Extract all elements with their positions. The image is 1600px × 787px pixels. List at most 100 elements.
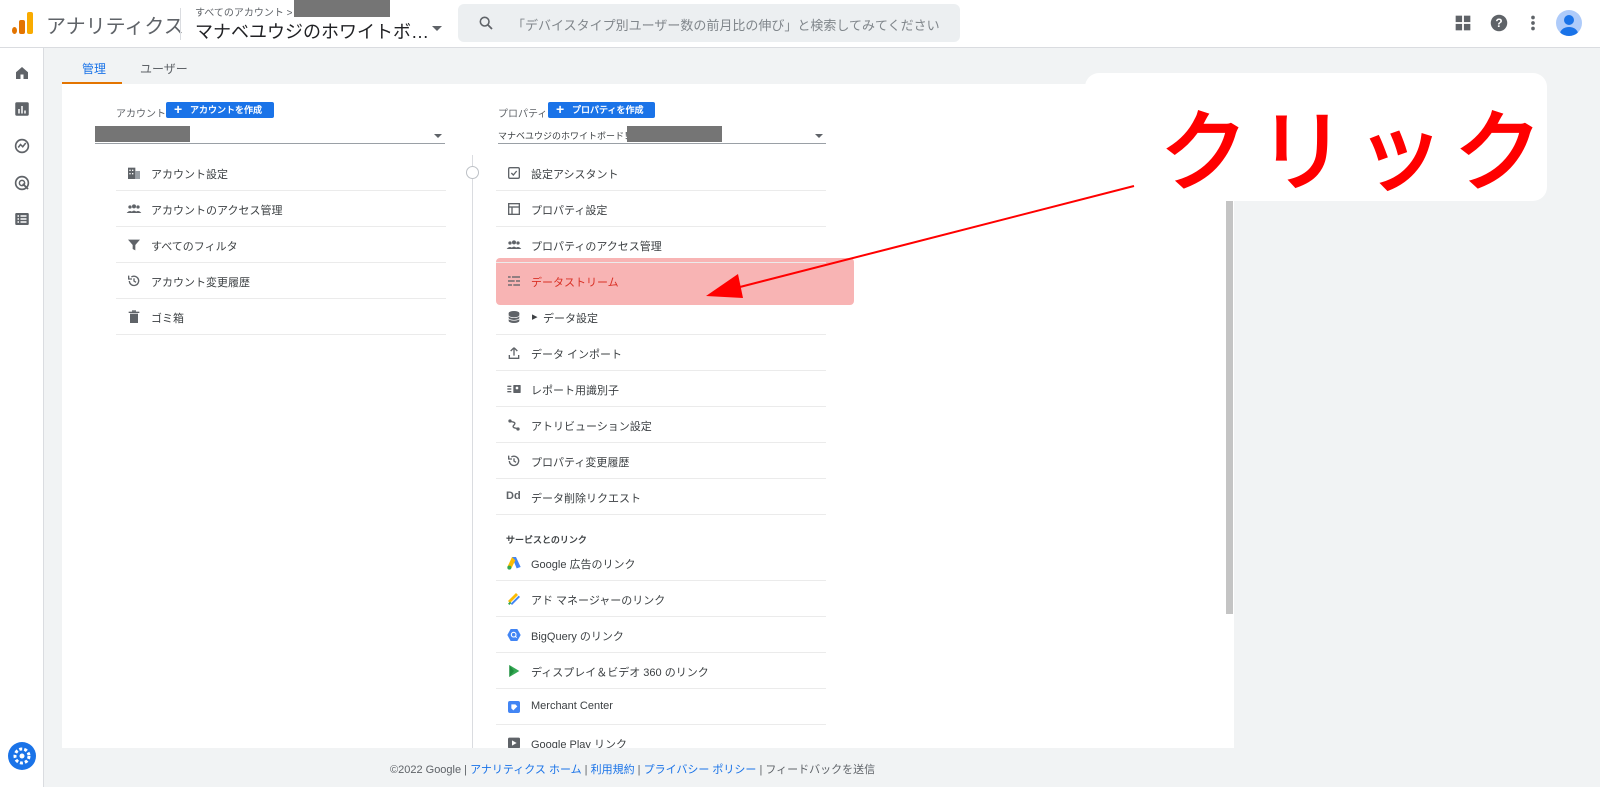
- menu-item-label: データ設定: [543, 313, 598, 325]
- stream-icon: [508, 276, 520, 286]
- trash-icon: [128, 310, 140, 323]
- explore-icon[interactable]: [13, 137, 31, 155]
- upload-icon: [508, 347, 520, 359]
- menu-item-data-deletion[interactable]: Dd データ削除リクエスト: [496, 479, 826, 515]
- menu-item-label: アド マネージャーのリンク: [531, 595, 666, 607]
- menu-item-label: Google Play リンク: [531, 739, 627, 748]
- footer-link-analytics-home[interactable]: アナリティクス ホーム: [470, 764, 582, 776]
- analytics-logo-icon[interactable]: [12, 10, 34, 34]
- menu-item-google-play-link[interactable]: Google Play リンク: [496, 725, 826, 748]
- redacted-property-id: [627, 126, 722, 142]
- menu-item-label: BigQuery のリンク: [531, 631, 624, 643]
- tab-user[interactable]: ユーザー: [140, 60, 188, 77]
- menu-item-setup-assistant[interactable]: 設定アシスタント: [496, 155, 826, 191]
- configure-list-icon[interactable]: [13, 210, 31, 228]
- menu-item-property-access[interactable]: プロパティのアクセス管理: [496, 227, 826, 263]
- menu-item-google-ads-link[interactable]: Google 広告のリンク: [496, 545, 826, 581]
- menu-item-trash[interactable]: ゴミ箱: [116, 299, 446, 335]
- redacted-account-name: [294, 0, 390, 17]
- home-icon[interactable]: [13, 64, 31, 82]
- header-divider: [180, 8, 181, 40]
- expand-triangle-icon[interactable]: ▸: [532, 310, 538, 323]
- menu-item-bigquery-link[interactable]: BigQuery のリンク: [496, 617, 826, 653]
- menu-item-account-settings[interactable]: アカウント設定: [116, 155, 446, 191]
- menu-item-label: すべてのフィルタ: [151, 241, 238, 253]
- footer-feedback-link[interactable]: フィードバックを送信: [765, 764, 875, 776]
- redacted-account-selector[interactable]: [95, 126, 190, 142]
- reports-icon[interactable]: [13, 100, 31, 118]
- bigquery-icon: [507, 629, 521, 641]
- menu-item-label: Merchant Center: [531, 700, 613, 712]
- menu-item-data-streams[interactable]: データストリーム: [496, 263, 826, 299]
- chevron-down-icon[interactable]: [815, 134, 823, 138]
- menu-item-all-filters[interactable]: すべてのフィルタ: [116, 227, 446, 263]
- dd-icon: Dd: [506, 490, 521, 502]
- advertising-icon[interactable]: [13, 174, 31, 192]
- app-title[interactable]: アナリティクス: [46, 10, 184, 39]
- menu-item-account-history[interactable]: アカウント変更履歴: [116, 263, 446, 299]
- footer: ©2022 Google | アナリティクス ホーム | 利用規約 | プライバ…: [390, 764, 876, 776]
- footer-link-privacy[interactable]: プライバシー ポリシー: [644, 764, 757, 776]
- menu-item-label: アトリビューション設定: [531, 421, 652, 433]
- menu-item-label: データ インポート: [531, 349, 623, 361]
- menu-item-data-settings[interactable]: ▸ データ設定: [496, 299, 826, 335]
- menu-item-label: アカウント設定: [151, 169, 228, 181]
- menu-item-attribution-settings[interactable]: アトリビューション設定: [496, 407, 826, 443]
- menu-item-property-history[interactable]: プロパティ変更履歴: [496, 443, 826, 479]
- apps-grid-icon[interactable]: [1452, 12, 1474, 34]
- create-property-button[interactable]: プロパティを作成: [548, 101, 656, 118]
- account-breadcrumb[interactable]: すべてのアカウント >: [195, 4, 293, 19]
- menu-item-property-settings[interactable]: プロパティ設定: [496, 191, 826, 227]
- menu-item-label: アカウント変更履歴: [151, 277, 250, 289]
- menu-item-ad-manager-link[interactable]: アド マネージャーのリンク: [496, 581, 826, 617]
- footer-link-terms[interactable]: 利用規約: [591, 764, 635, 776]
- more-vert-icon[interactable]: [1522, 12, 1544, 34]
- create-account-button[interactable]: アカウントを作成: [166, 101, 275, 118]
- chevron-down-icon[interactable]: [432, 26, 442, 31]
- menu-item-label: プロパティ設定: [531, 205, 608, 217]
- person-icon: [1560, 15, 1578, 36]
- menu-item-label: レポート用識別子: [531, 385, 619, 397]
- left-nav-rail: [0, 48, 44, 787]
- admin-settings-button[interactable]: [8, 742, 36, 770]
- property-selector-underline: [498, 143, 826, 144]
- tab-admin[interactable]: 管理: [82, 60, 106, 77]
- menu-item-label: データ削除リクエスト: [531, 493, 641, 505]
- identity-icon: [507, 385, 521, 393]
- menu-item-dv360-link[interactable]: ディスプレイ＆ビデオ 360 のリンク: [496, 653, 826, 689]
- checkbox-icon: [508, 167, 520, 179]
- dv360-icon: [509, 665, 520, 677]
- avatar[interactable]: [1556, 10, 1582, 36]
- menu-item-reporting-identity[interactable]: レポート用識別子: [496, 371, 826, 407]
- history-icon: [508, 455, 520, 467]
- merchant-center-icon: [508, 701, 520, 713]
- menu-item-label: プロパティ変更履歴: [531, 457, 630, 469]
- history-icon: [128, 275, 140, 287]
- collapse-arrow-icon[interactable]: [466, 166, 479, 179]
- menu-item-label: アカウントのアクセス管理: [151, 205, 283, 217]
- chevron-down-icon[interactable]: [434, 134, 442, 138]
- menu-item-data-import[interactable]: データ インポート: [496, 335, 826, 371]
- menu-item-merchant-center[interactable]: Merchant Center: [496, 689, 826, 725]
- menu-item-account-access[interactable]: アカウントのアクセス管理: [116, 191, 446, 227]
- scrollbar[interactable]: [1226, 200, 1233, 614]
- database-icon: [508, 311, 520, 323]
- menu-item-label: データストリーム: [531, 277, 619, 289]
- account-selector-underline: [95, 143, 445, 144]
- ad-manager-icon: [508, 593, 520, 605]
- annotation-text: クリック: [1160, 103, 1553, 202]
- google-play-icon: [508, 737, 520, 748]
- menu-item-label: プロパティのアクセス管理: [531, 241, 662, 253]
- account-column-label: アカウント: [116, 109, 166, 120]
- layout-icon: [508, 203, 520, 215]
- help-icon[interactable]: ?: [1488, 12, 1510, 34]
- menu-item-label: ゴミ箱: [151, 313, 184, 325]
- footer-copyright: ©2022 Google |: [390, 764, 468, 776]
- svg-text:?: ?: [1495, 16, 1502, 30]
- property-selector[interactable]: マナベユウジのホワイトボ…: [195, 18, 429, 44]
- people-icon: [126, 204, 142, 213]
- filter-icon: [128, 239, 140, 251]
- attribution-icon: [508, 419, 520, 431]
- property-selector-value[interactable]: マナベユウジのホワイトボード！: [498, 129, 633, 142]
- search-bar[interactable]: 「デバイスタイプ別ユーザー数の前月比の伸び」と検索してみてください: [458, 4, 960, 42]
